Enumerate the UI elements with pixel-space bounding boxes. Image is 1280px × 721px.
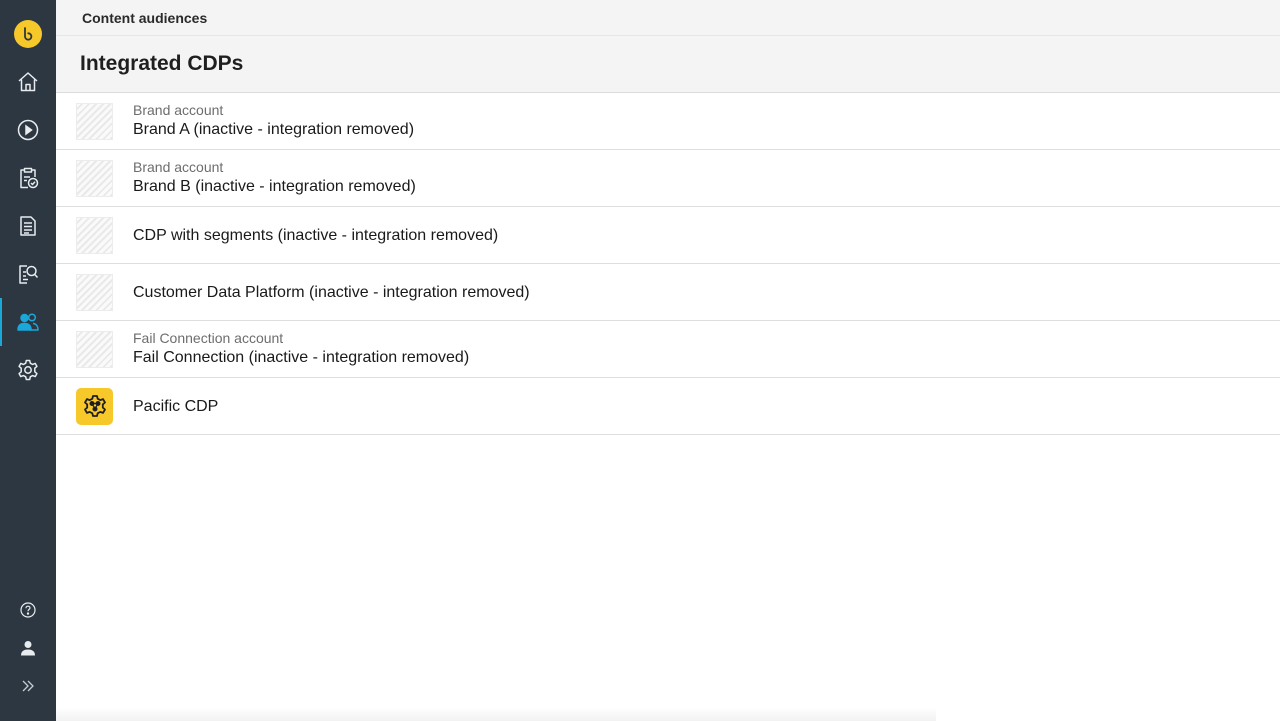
user-icon xyxy=(21,641,35,656)
cdp-row-brand-a[interactable]: Brand account Brand A (inactive - integr… xyxy=(56,93,1280,150)
play-circle-icon xyxy=(17,119,39,141)
help-button[interactable] xyxy=(0,591,56,629)
document-search-icon xyxy=(19,265,39,284)
placeholder-thumbnail xyxy=(76,159,113,197)
gear-network-icon xyxy=(76,387,113,425)
sidebar-item-play[interactable] xyxy=(0,106,56,154)
brand-logo-icon[interactable] xyxy=(14,20,42,48)
top-bar: Content audiences xyxy=(56,0,1280,36)
sidebar-bottom xyxy=(0,591,56,721)
cdp-name: Brand A (inactive - integration removed) xyxy=(133,121,415,138)
cdp-row-pacific-cdp[interactable]: Pacific CDP xyxy=(56,378,1280,435)
breadcrumb[interactable]: Content audiences xyxy=(82,10,207,26)
cdp-name: Customer Data Platform (inactive - integ… xyxy=(133,283,530,301)
users-icon xyxy=(17,313,39,331)
sidebar-item-search-document[interactable] xyxy=(0,250,56,298)
cdp-name: Fail Connection (inactive - integration … xyxy=(133,349,470,366)
placeholder-thumbnail xyxy=(76,273,113,311)
home-icon xyxy=(18,72,38,92)
bottom-shadow xyxy=(56,707,936,721)
cdp-account-label: Fail Connection account xyxy=(133,330,284,346)
cdp-name: CDP with segments (inactive - integratio… xyxy=(133,226,499,244)
clipboard-check-icon xyxy=(20,167,39,189)
cdp-account-label: Brand account xyxy=(133,102,224,118)
app-window: Content audiences Integrated CDPs Brand … xyxy=(0,0,1280,721)
cdp-row-customer-data-platform[interactable]: Customer Data Platform (inactive - integ… xyxy=(56,264,1280,321)
cdp-account-label: Brand account xyxy=(133,159,224,175)
profile-button[interactable] xyxy=(0,629,56,667)
help-circle-icon xyxy=(20,602,36,618)
cdp-row-brand-b[interactable]: Brand account Brand B (inactive - integr… xyxy=(56,150,1280,207)
placeholder-thumbnail xyxy=(76,102,113,140)
cdp-row-fail-connection[interactable]: Fail Connection account Fail Connection … xyxy=(56,321,1280,378)
cdp-row-cdp-with-segments[interactable]: CDP with segments (inactive - integratio… xyxy=(56,207,1280,264)
sidebar xyxy=(0,0,56,721)
cdp-name: Brand B (inactive - integration removed) xyxy=(133,178,416,195)
main-content: Content audiences Integrated CDPs Brand … xyxy=(56,0,1280,721)
expand-sidebar-button[interactable] xyxy=(0,667,56,705)
cdp-name: Pacific CDP xyxy=(133,397,219,415)
gear-icon xyxy=(18,359,38,381)
double-chevron-right-icon xyxy=(22,680,34,692)
sidebar-nav xyxy=(0,58,56,394)
sidebar-item-audiences[interactable] xyxy=(0,298,56,346)
sidebar-item-home[interactable] xyxy=(0,58,56,106)
placeholder-thumbnail xyxy=(76,216,113,254)
page-title: Integrated CDPs xyxy=(80,52,244,75)
placeholder-thumbnail xyxy=(76,330,113,368)
document-icon xyxy=(20,216,36,236)
sidebar-item-settings[interactable] xyxy=(0,346,56,394)
sidebar-item-document[interactable] xyxy=(0,202,56,250)
sidebar-item-clipboard-check[interactable] xyxy=(0,154,56,202)
cdp-list: Brand account Brand A (inactive - integr… xyxy=(56,93,1280,435)
page-header: Integrated CDPs xyxy=(56,36,1280,93)
